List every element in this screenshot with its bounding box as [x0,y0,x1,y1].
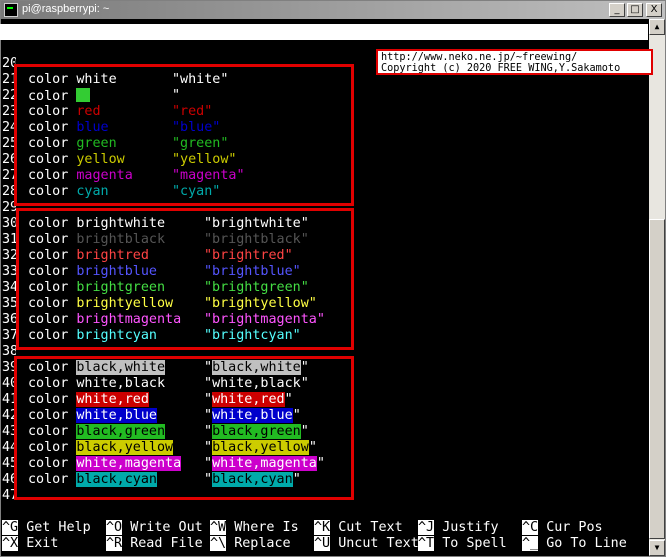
line-number: 32 [2,248,16,263]
shortcut-key: ^G [2,520,19,535]
title-bar[interactable]: pi@raspberrypi: ~ _ □ X [1,1,665,19]
shortcut-key: ^C [522,520,539,535]
window-title: pi@raspberrypi: ~ [22,3,110,15]
scrollbar-thumb[interactable] [649,219,665,539]
shortcut-item[interactable]: ^R Read File [106,536,203,552]
shortcut-key: ^W [210,520,227,535]
shortcut-item[interactable]: ^C Cur Pos [522,520,603,536]
shortcut-key: ^_ [522,536,539,551]
shortcut-item[interactable]: ^J Justify [418,520,499,536]
shortcut-item[interactable]: ^K Cut Text [314,520,403,536]
line-number: 36 [2,312,16,327]
shortcut-key: ^K [314,520,331,535]
terminal-app-icon [4,3,18,17]
shortcut-label: Cut Text [338,520,403,535]
line-number: 35 [2,296,16,311]
vertical-scrollbar[interactable]: ▲ ▼ [649,19,665,556]
line-number: 33 [2,264,16,279]
shortcut-item[interactable]: ^G Get Help [2,520,91,536]
shortcut-label: Cur Pos [546,520,603,535]
shortcut-label: Read File [130,536,203,551]
highlight-frame-bright [16,208,354,350]
shortcut-label: Justify [442,520,499,535]
shortcut-label: Go To Line [546,536,627,551]
shortcut-item[interactable]: ^T To Spell [418,536,507,552]
credit-url: http://www.neko.ne.jp/~freewing/ [381,52,578,63]
credit-copyright: Copyright (c) 2020 FREE WING,Y.Sakamoto [381,63,621,74]
line-number: 37 [2,328,16,343]
nano-version: GNU nano 3.2 [20,40,117,55]
shortcut-item[interactable]: ^U Uncut Text [314,536,419,552]
nano-header: GNU nano 3.2 /home/pi/.nanorc [0,24,648,71]
scroll-down-arrow-icon[interactable]: ▼ [649,540,665,556]
shortcut-item[interactable]: ^X Exit [2,536,58,552]
shortcut-key: ^J [418,520,435,535]
line-number: 31 [2,232,16,247]
maximize-button[interactable]: □ [627,3,643,17]
shortcut-label: Get Help [26,520,91,535]
shortcut-item[interactable]: ^W Where Is [210,520,299,536]
line-number: 34 [2,280,16,295]
shortcut-item[interactable]: ^\ Replace [210,536,291,552]
shortcut-key: ^X [2,536,19,551]
shortcut-item[interactable]: ^_ Go To Line [522,536,627,552]
credit-label: http://www.neko.ne.jp/~freewing/ Copyrig… [376,49,653,75]
line-number: 30 [2,216,16,231]
shortcut-label: Where Is [234,520,299,535]
minimize-button[interactable]: _ [609,3,625,17]
shortcut-key: ^\ [210,536,227,551]
highlight-frame-basic [14,64,354,206]
shortcut-key: ^T [418,536,435,551]
shortcut-label: Exit [26,536,59,551]
shortcut-item[interactable]: ^O Write Out [106,520,203,536]
shortcut-label: Uncut Text [338,536,419,551]
shortcut-key: ^R [106,536,123,551]
shortcut-label: To Spell [442,536,507,551]
highlight-frame-background [14,356,354,500]
shortcut-key: ^O [106,520,123,535]
shortcut-label: Write Out [130,520,203,535]
shortcut-key: ^U [314,536,331,551]
close-button[interactable]: X [646,3,662,17]
shortcut-label: Replace [234,536,291,551]
scroll-up-arrow-icon[interactable]: ▲ [649,19,665,35]
